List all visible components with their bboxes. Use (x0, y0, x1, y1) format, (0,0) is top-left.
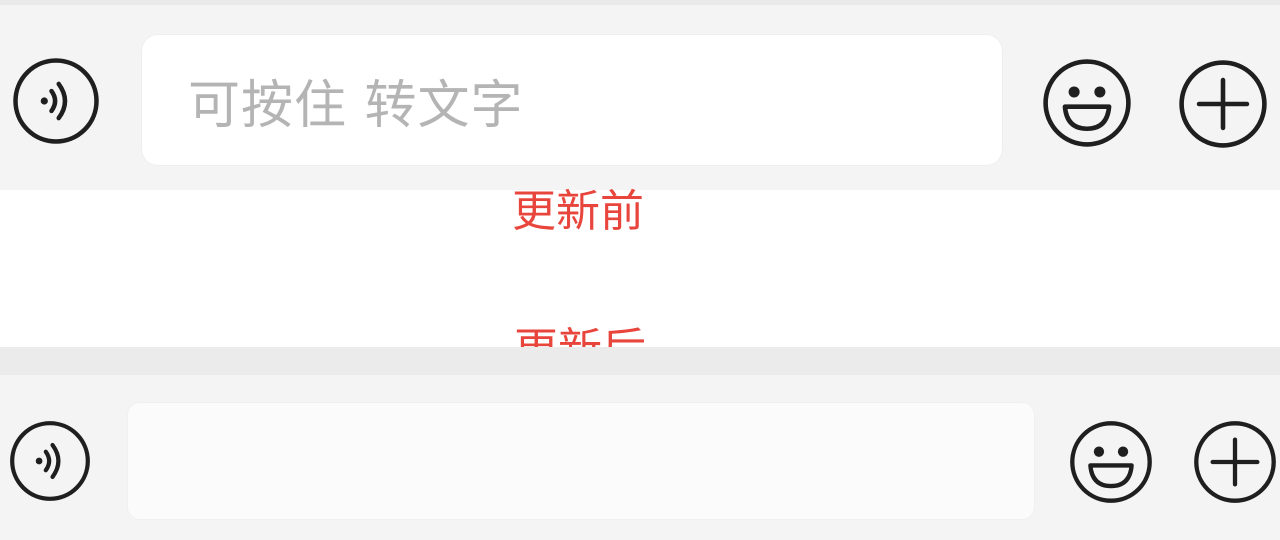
voice-icon (11, 56, 101, 146)
plus-icon (1192, 419, 1278, 505)
input-placeholder: 可按住 转文字 (188, 75, 524, 136)
voice-button[interactable] (8, 419, 92, 503)
voice-icon (8, 419, 92, 503)
message-input[interactable]: 可按住 转文字 (142, 35, 1002, 165)
emoji-button[interactable] (1068, 419, 1154, 505)
chat-input-bar-after (0, 375, 1280, 540)
message-input[interactable] (128, 403, 1034, 519)
more-button[interactable] (1177, 58, 1269, 150)
comparison-stage: 可按住 转文字 更新前 更新后 (0, 0, 1280, 540)
emoji-icon (1041, 57, 1133, 149)
voice-button[interactable] (11, 56, 101, 146)
caption-before-update: 更新前 (512, 186, 644, 237)
emoji-button[interactable] (1041, 57, 1133, 149)
bar-divider-strip (0, 347, 1280, 375)
emoji-icon (1068, 419, 1154, 505)
more-button[interactable] (1192, 419, 1278, 505)
chat-input-bar-before: 可按住 转文字 (0, 0, 1280, 190)
plus-icon (1177, 58, 1269, 150)
